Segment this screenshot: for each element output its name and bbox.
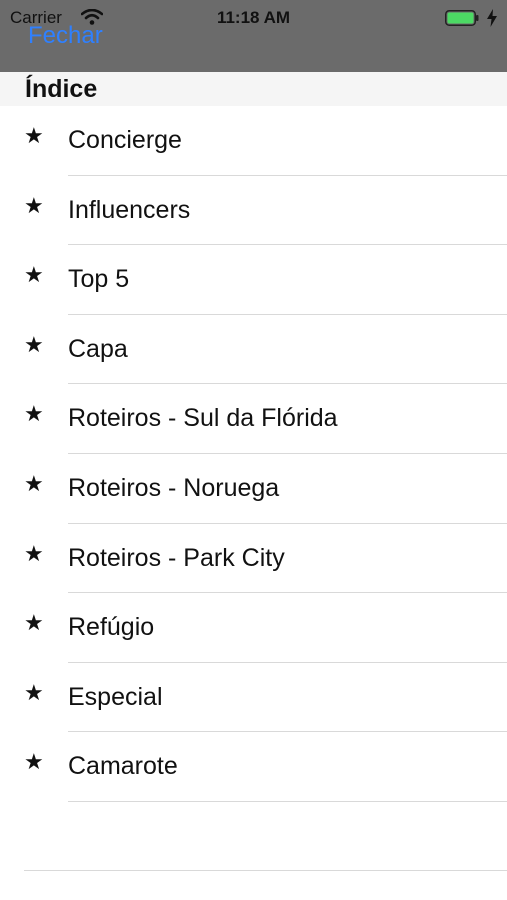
list-item[interactable]: ★ Camarote bbox=[0, 732, 507, 802]
list-item[interactable]: ★ Concierge bbox=[0, 106, 507, 176]
list-item-label: Concierge bbox=[68, 126, 182, 154]
list-item-label: Refúgio bbox=[68, 613, 155, 642]
list-item[interactable]: ★ Top 5 bbox=[0, 245, 507, 315]
star-icon: ★ bbox=[24, 193, 44, 219]
row-separator bbox=[68, 800, 507, 802]
star-icon: ★ bbox=[24, 471, 44, 497]
star-icon: ★ bbox=[24, 402, 44, 428]
list-item-label: Capa bbox=[68, 334, 128, 363]
list-item[interactable]: ★ Roteiros - Noruega bbox=[0, 454, 507, 524]
footer-separator bbox=[24, 870, 507, 871]
list-item-label: Roteiros - Noruega bbox=[68, 473, 280, 502]
star-icon: ★ bbox=[24, 611, 44, 637]
list-item[interactable]: ★ Influencers bbox=[0, 176, 507, 246]
list-item[interactable]: ★ Especial bbox=[0, 663, 507, 733]
star-icon: ★ bbox=[24, 541, 44, 567]
star-icon: ★ bbox=[24, 750, 44, 776]
top-bar: Carrier 11:18 AM Fechar bbox=[0, 0, 507, 72]
list-item[interactable]: ★ Roteiros - Sul da Flórida bbox=[0, 384, 507, 454]
close-button[interactable]: Fechar bbox=[28, 22, 103, 50]
section-title: Índice bbox=[25, 75, 98, 103]
list-item-label: Especial bbox=[68, 682, 163, 711]
list-item[interactable]: ★ Roteiros - Park City bbox=[0, 524, 507, 594]
star-icon: ★ bbox=[24, 680, 44, 706]
list-item-label: Influencers bbox=[68, 195, 191, 224]
list-item-label: Roteiros - Park City bbox=[68, 543, 285, 572]
index-list: ★ Concierge ★ Influencers ★ Top 5 ★ Capa… bbox=[0, 106, 507, 802]
star-icon: ★ bbox=[24, 124, 44, 149]
list-item-label: Roteiros - Sul da Flórida bbox=[68, 404, 338, 433]
battery-icon bbox=[445, 10, 479, 26]
charging-bolt-icon bbox=[487, 9, 497, 27]
list-item-label: Top 5 bbox=[68, 265, 130, 294]
section-header: Índice bbox=[0, 72, 507, 106]
list-item[interactable]: ★ Refúgio bbox=[0, 593, 507, 663]
list-item-label: Camarote bbox=[68, 752, 178, 781]
star-icon: ★ bbox=[24, 332, 44, 358]
star-icon: ★ bbox=[24, 263, 44, 289]
list-item[interactable]: ★ Capa bbox=[0, 315, 507, 385]
